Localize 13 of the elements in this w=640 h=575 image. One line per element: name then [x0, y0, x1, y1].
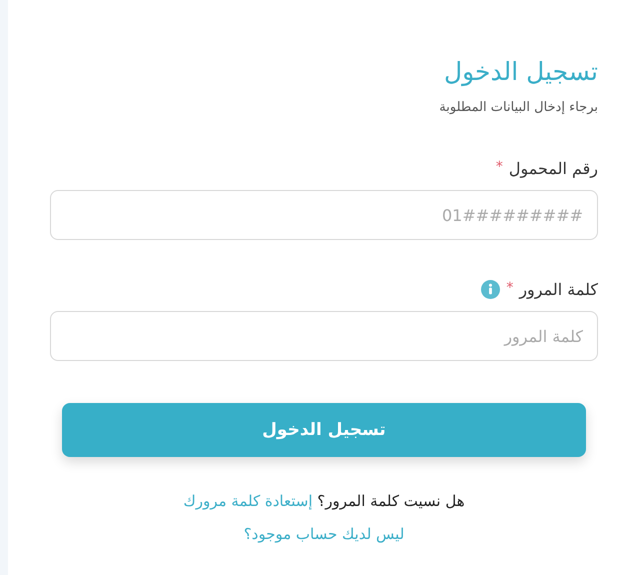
field-label: كلمة المرور	[519, 280, 598, 299]
register-link[interactable]: ليس لديك حساب موجود؟	[244, 525, 404, 543]
subtitle: برجاء إدخال البيانات المطلوبة	[438, 100, 598, 115]
required-icon: *	[506, 280, 514, 296]
forgot-question: هل نسيت كلمة المرور؟	[317, 492, 465, 510]
info-icon[interactable]	[481, 280, 500, 299]
recover-password-link[interactable]: إستعادة كلمة مرورك	[183, 492, 312, 510]
input-field[interactable]: 01#########	[50, 190, 598, 240]
input-field[interactable]: كلمة المرور	[50, 311, 598, 361]
login-button[interactable]: تسجيل الدخول	[62, 403, 586, 457]
field-label: رقم المحمول	[508, 159, 598, 178]
required-icon: *	[496, 159, 503, 175]
page-title: تسجيل الدخول	[442, 56, 598, 88]
